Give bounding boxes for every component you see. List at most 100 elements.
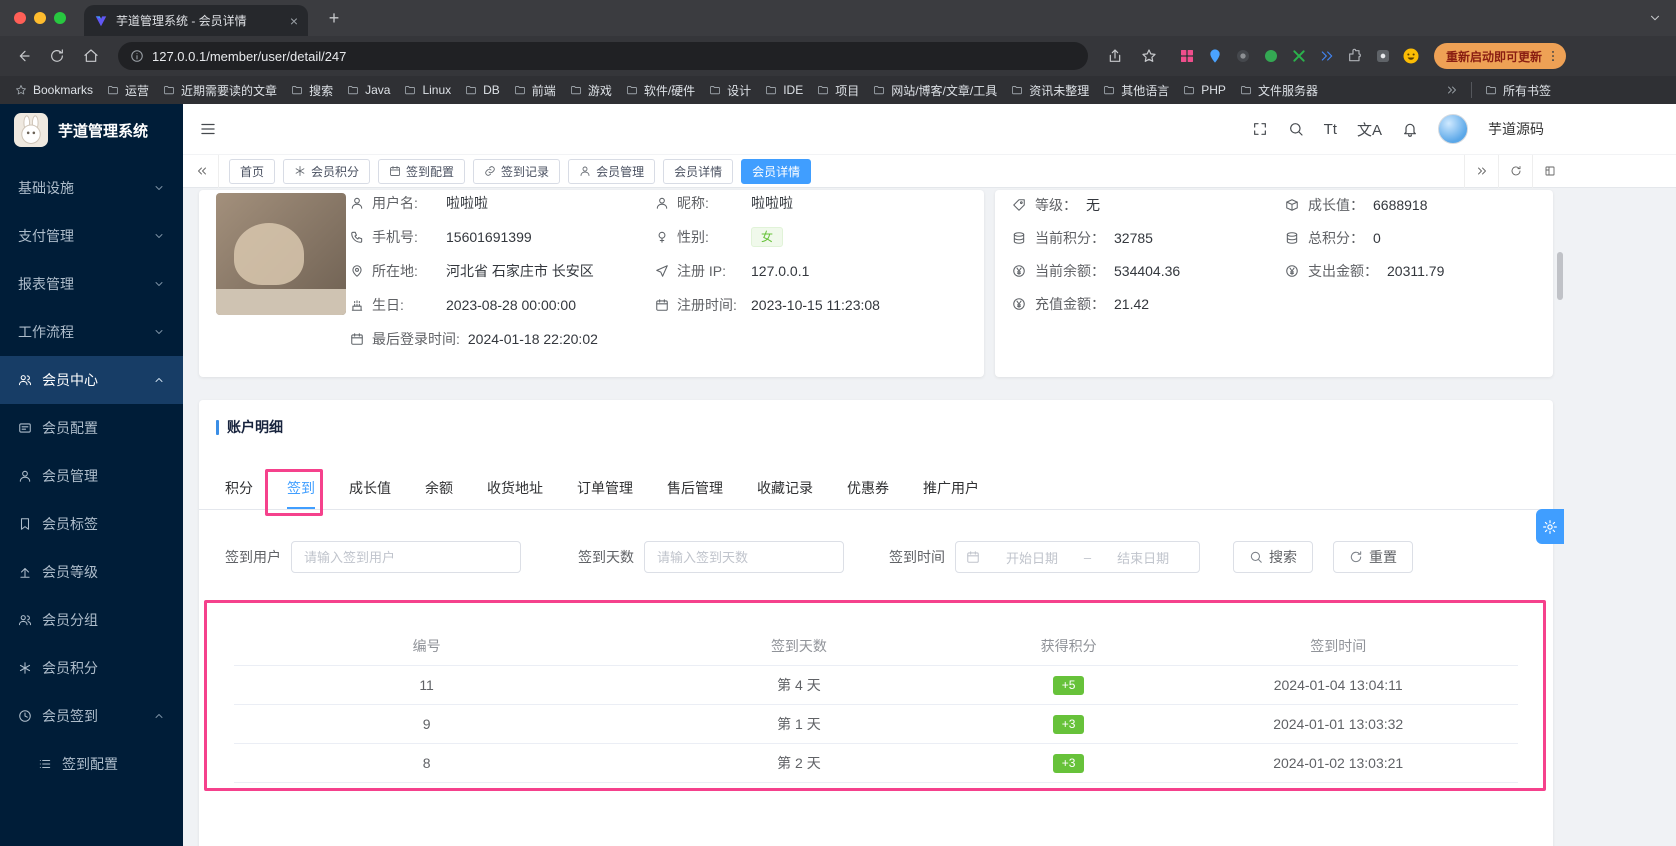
sidebar-item-workflow[interactable]: 工作流程 [0,308,183,356]
tag-member-detail-active[interactable]: 会员详情 [741,158,812,184]
tab-balance[interactable]: 余额 [425,470,453,509]
bookmark-folder[interactable]: PHP [1176,80,1233,100]
bookmark-folder[interactable]: 运营 [100,79,156,102]
tag-member-points[interactable]: 会员积分 [283,158,371,184]
bookmarks-overflow-chevron[interactable] [1439,81,1465,99]
bookmark-folder[interactable]: 文件服务器 [1233,79,1325,102]
user-avatar[interactable] [1438,114,1468,144]
signin-days-input[interactable] [644,541,844,573]
extension-icon[interactable] [1178,47,1196,65]
close-window-button[interactable] [14,12,26,24]
tab-favorites[interactable]: 收藏记录 [757,470,813,509]
bookmark-folder[interactable]: Java [340,80,397,100]
tag-signin-config[interactable]: 签到配置 [378,158,466,184]
kebab-menu-icon[interactable] [1546,49,1560,63]
sidebar-item-member-signin[interactable]: 会员签到 [0,692,183,740]
signin-user-input[interactable] [291,541,521,573]
extension-icon[interactable] [1206,47,1224,65]
all-bookmarks-folder[interactable]: 所有书签 [1478,79,1558,102]
home-button[interactable] [76,41,106,71]
site-info-icon[interactable] [130,49,144,63]
bookmark-folder[interactable]: DB [458,80,507,100]
new-tab-button[interactable]: + [322,6,346,30]
fullscreen-window-button[interactable] [54,12,66,24]
bookmark-folder[interactable]: 资讯未整理 [1004,79,1096,102]
sidebar-item-member-config[interactable]: 会员配置 [0,404,183,452]
sidebar-item-member-level[interactable]: 会员等级 [0,548,183,596]
address-bar[interactable]: 127.0.0.1/member/user/detail/247 [118,42,1088,70]
tab-points[interactable]: 积分 [225,470,253,509]
bookmark-folder[interactable]: 游戏 [563,79,619,102]
bookmark-folder[interactable]: 搜索 [284,79,340,102]
tab-growth[interactable]: 成长值 [349,470,391,509]
bookmark-folder[interactable]: 设计 [702,79,758,102]
tag-member-manage[interactable]: 会员管理 [568,158,656,184]
extension-icon[interactable] [1374,47,1392,65]
fullscreen-button[interactable] [1252,120,1268,138]
minimize-window-button[interactable] [34,12,46,24]
tag-member-detail[interactable]: 会员详情 [663,158,734,184]
sidebar-item-signin-config[interactable]: 签到配置 [0,740,183,788]
sidebar-item-member-center[interactable]: 会员中心 [0,356,183,404]
app-logo[interactable]: 芋道管理系统 [0,104,183,156]
share-button[interactable] [1100,41,1130,71]
tab-orders[interactable]: 订单管理 [577,470,633,509]
page-scrollbar-thumb[interactable] [1557,252,1563,300]
extension-icon[interactable] [1262,47,1280,65]
user-name[interactable]: 芋道源码 [1488,119,1544,139]
sidebar-item-member-group[interactable]: 会员分组 [0,596,183,644]
font-size-button[interactable]: Tt [1324,121,1337,138]
tab-address[interactable]: 收货地址 [487,470,543,509]
profile-avatar-emoji[interactable] [1402,47,1420,65]
reload-button[interactable] [42,41,72,71]
table-row[interactable]: 9 第 1 天 +3 2024-01-01 13:03:32 [234,705,1518,744]
side-panel-chevron-icon[interactable] [1648,11,1662,25]
bookmark-folder[interactable]: 软件/硬件 [619,79,702,102]
collapse-sidebar-button[interactable] [199,120,217,138]
sidebar-item-member-points[interactable]: 会员积分 [0,644,183,692]
tab-close-icon[interactable]: × [290,14,298,28]
refresh-view-button[interactable] [1498,154,1532,188]
language-button[interactable]: 文A [1357,119,1382,140]
layout-toggle-button[interactable] [1532,154,1566,188]
folder-icon [163,84,175,96]
scroll-tags-right-button[interactable] [1464,154,1498,188]
back-button[interactable] [8,41,38,71]
tab-aftersale[interactable]: 售后管理 [667,470,723,509]
sidebar-item-member-tag[interactable]: 会员标签 [0,500,183,548]
extensions-puzzle-icon[interactable] [1346,47,1364,65]
bookmark-folder[interactable]: IDE [758,80,810,100]
bookmark-folder[interactable]: Linux [397,80,458,100]
notification-bell-button[interactable] [1402,120,1418,138]
browser-tab[interactable]: 芋道管理系统 - 会员详情 × [84,5,308,36]
tag-signin-record[interactable]: 签到记录 [473,158,561,184]
sidebar-item-report[interactable]: 报表管理 [0,260,183,308]
scroll-tags-left-button[interactable] [185,154,219,188]
tab-signin[interactable]: 签到 [287,470,315,509]
bookmarks-root[interactable]: Bookmarks [8,80,100,100]
sidebar-item-infrastructure[interactable]: 基础设施 [0,164,183,212]
signin-time-range-picker[interactable]: 开始日期 – 结束日期 [955,541,1200,573]
bookmark-folder[interactable]: 其他语言 [1096,79,1176,102]
box-icon [1285,198,1299,212]
tab-promotion[interactable]: 推广用户 [923,470,979,509]
bookmark-folder[interactable]: 前端 [507,79,563,102]
table-row[interactable]: 11 第 4 天 +5 2024-01-04 13:04:11 [234,666,1518,705]
bookmark-folder[interactable]: 网站/博客/文章/工具 [866,79,1004,102]
theme-settings-button[interactable] [1536,509,1564,544]
bookmark-star-button[interactable] [1134,41,1164,71]
search-button[interactable]: 搜索 [1233,541,1313,573]
sidebar-item-member-manage[interactable]: 会员管理 [0,452,183,500]
extension-icon[interactable] [1290,47,1308,65]
tag-home[interactable]: 首页 [229,158,276,184]
table-row[interactable]: 8 第 2 天 +3 2024-01-02 13:03:21 [234,744,1518,783]
bookmark-folder[interactable]: 项目 [810,79,866,102]
search-button[interactable] [1288,120,1304,138]
bookmark-folder[interactable]: 近期需要读的文章 [156,79,284,102]
update-chrome-button[interactable]: 重新启动即可更新 [1433,43,1566,69]
sidebar-item-payment[interactable]: 支付管理 [0,212,183,260]
extension-icon[interactable] [1234,47,1252,65]
extension-icon[interactable] [1318,47,1336,65]
reset-button[interactable]: 重置 [1333,541,1413,573]
tab-coupons[interactable]: 优惠券 [847,470,889,509]
